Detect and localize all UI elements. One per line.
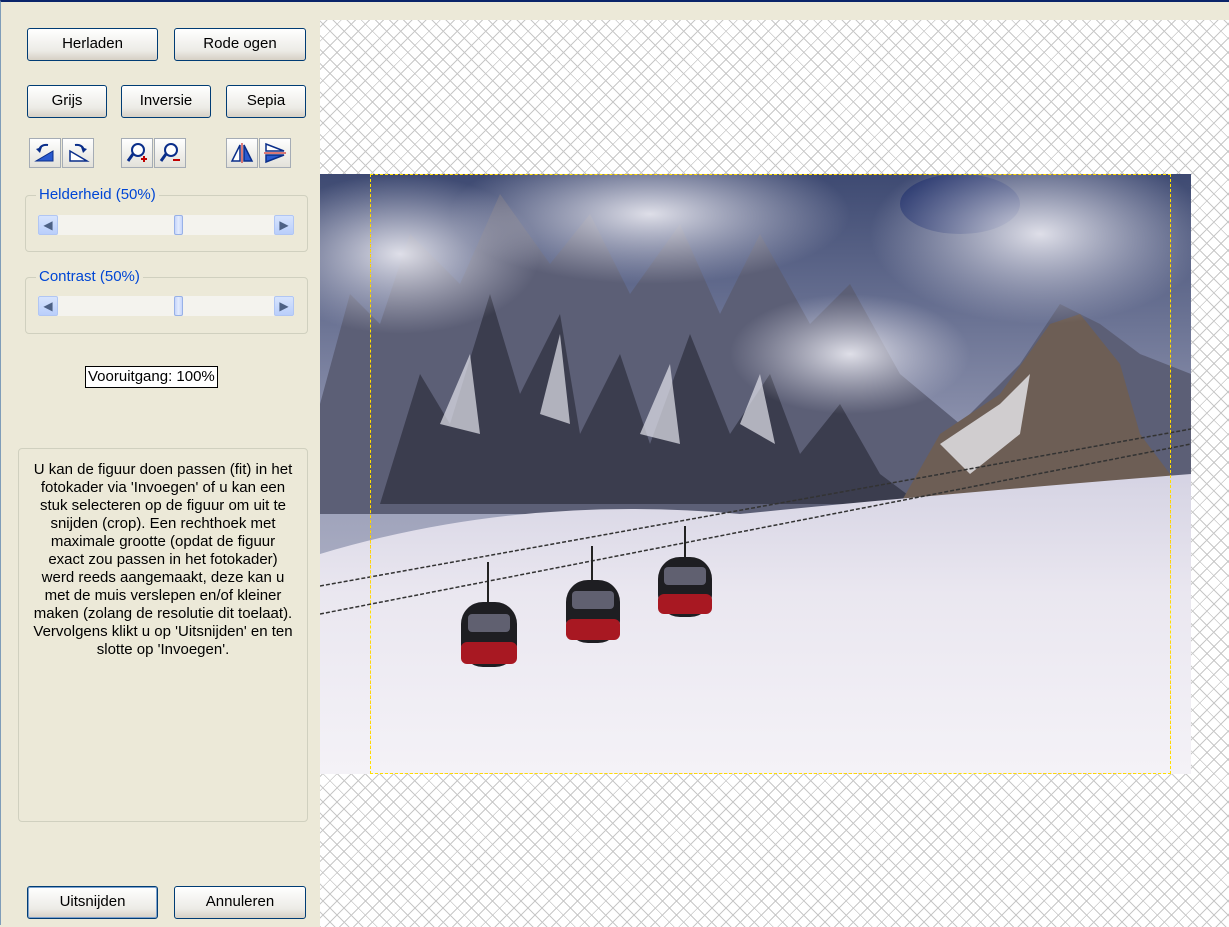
rotate-right-icon bbox=[69, 143, 90, 162]
info-text: U kan de figuur doen passen (fit) in het… bbox=[33, 461, 293, 658]
brightness-slider[interactable]: ◀ ▶ bbox=[38, 215, 294, 235]
zoom-out-icon bbox=[159, 143, 180, 162]
chevron-left-icon: ◀ bbox=[43, 299, 53, 313]
contrast-right-arrow[interactable]: ▶ bbox=[274, 296, 294, 316]
contrast-label: Contrast (50%) bbox=[36, 268, 143, 285]
flip-vertical-icon bbox=[264, 142, 286, 164]
cancel-button[interactable]: Annuleren bbox=[174, 886, 306, 919]
flip-group bbox=[226, 138, 291, 168]
brightness-slider-thumb[interactable] bbox=[173, 215, 183, 235]
contrast-left-arrow[interactable]: ◀ bbox=[38, 296, 58, 316]
zoom-out-button[interactable] bbox=[154, 138, 186, 168]
sepia-button[interactable]: Sepia bbox=[226, 85, 306, 118]
zoom-group bbox=[121, 138, 186, 168]
red-eye-button[interactable]: Rode ogen bbox=[174, 28, 306, 61]
flip-horizontal-icon bbox=[230, 143, 254, 163]
chevron-right-icon: ▶ bbox=[279, 299, 289, 313]
crop-selection[interactable] bbox=[370, 174, 1171, 774]
rotate-group bbox=[29, 138, 94, 168]
zoom-in-button[interactable] bbox=[121, 138, 153, 168]
rotate-right-button[interactable] bbox=[62, 138, 94, 168]
rotate-left-button[interactable] bbox=[29, 138, 61, 168]
flip-horizontal-button[interactable] bbox=[226, 138, 258, 168]
contrast-slider-thumb[interactable] bbox=[173, 296, 183, 316]
image-editor-window: Herladen Rode ogen Grijs Inversie Sepia bbox=[0, 0, 1229, 927]
contrast-slider[interactable]: ◀ ▶ bbox=[38, 296, 294, 316]
rotate-left-icon bbox=[34, 143, 54, 162]
chevron-left-icon: ◀ bbox=[43, 218, 53, 232]
brightness-label: Helderheid (50%) bbox=[36, 186, 159, 203]
reload-button[interactable]: Herladen bbox=[27, 28, 158, 61]
grayscale-button[interactable]: Grijs bbox=[27, 85, 107, 118]
info-box: U kan de figuur doen passen (fit) in het… bbox=[18, 448, 308, 822]
zoom-in-icon bbox=[126, 143, 147, 162]
chevron-right-icon: ▶ bbox=[279, 218, 289, 232]
brightness-left-arrow[interactable]: ◀ bbox=[38, 215, 58, 235]
flip-vertical-button[interactable] bbox=[259, 138, 291, 168]
crop-button[interactable]: Uitsnijden bbox=[27, 886, 158, 919]
brightness-right-arrow[interactable]: ▶ bbox=[274, 215, 294, 235]
invert-button[interactable]: Inversie bbox=[121, 85, 211, 118]
progress-label: Vooruitgang: 100% bbox=[85, 366, 218, 388]
